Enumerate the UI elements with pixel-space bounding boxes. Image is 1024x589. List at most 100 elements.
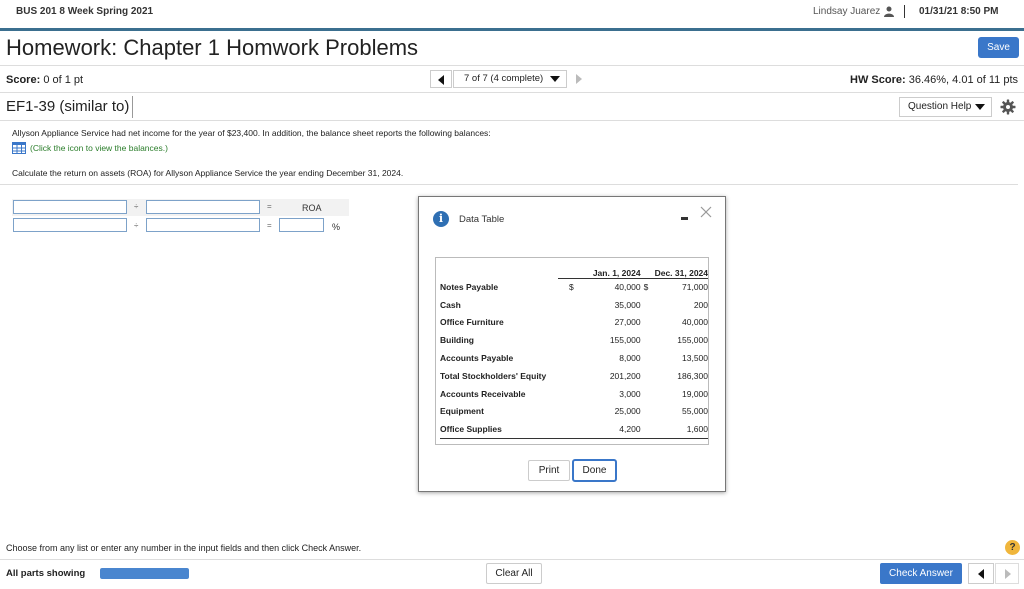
check-answer-button[interactable]: Check Answer [880, 563, 962, 584]
table-cell-v2: 19,000 [682, 388, 708, 399]
divider [132, 96, 133, 118]
percent-unit: % [332, 222, 341, 232]
table-cell-cur1 [558, 403, 585, 421]
hw-score-label: HW Score: [850, 74, 906, 86]
instruction-text: Calculate the return on assets (ROA) for… [12, 168, 404, 178]
table-cell-v2: 186,300 [677, 370, 708, 381]
table-cell-v1: 3,000 [619, 388, 641, 399]
save-button[interactable]: Save [978, 37, 1019, 58]
question-navigator: 7 of 7 (4 complete) [430, 70, 588, 88]
table-cell-v2: 155,000 [677, 335, 708, 346]
question-select-value: 7 of 7 (4 complete) [464, 73, 544, 84]
parts-progress-bar [100, 568, 189, 579]
divider [0, 65, 1024, 66]
numerator-input[interactable] [13, 218, 127, 232]
table-cell-v2: 1,600 [650, 420, 708, 439]
previous-question-button[interactable] [430, 70, 452, 88]
table-cell-v1: 25,000 [614, 406, 641, 417]
table-cell-v1: 8,000 [619, 353, 641, 364]
table-cell-label: Cash [440, 299, 461, 310]
table-cell-v2: 55,000 [682, 406, 708, 417]
score-value: 0 of 1 pt [43, 74, 84, 86]
problem-text: Allyson Appliance Service had net income… [12, 128, 491, 138]
table-cell-cur1 [558, 349, 585, 367]
balances-table-box: Jan. 1, 2024 Dec. 31, 2024 Notes Payable… [435, 257, 709, 445]
table-cell-label: Notes Payable [440, 281, 499, 292]
hw-score: HW Score: 36.46%, 4.01 of 11 pts [850, 74, 1018, 86]
next-question-button[interactable] [569, 70, 588, 88]
question-help-label: Question Help [908, 101, 972, 112]
table-cell-cur2 [641, 314, 651, 332]
table-cell-cur1 [558, 420, 585, 439]
table-cell-v2: 40,000 [682, 317, 708, 328]
table-cell-cur1 [558, 314, 585, 332]
chevron-down-icon [975, 104, 985, 110]
table-cell-cur2 [641, 349, 651, 367]
date-time: 01/31/21 8:50 PM [919, 6, 999, 17]
table-cell-v1: 4,200 [584, 420, 641, 439]
table-cell-label: Accounts Receivable [440, 388, 526, 399]
help-icon[interactable]: ? [1005, 540, 1020, 555]
table-cell-v1: 201,200 [609, 370, 641, 381]
table-cell-cur2 [641, 296, 651, 314]
table-cell-cur2 [641, 367, 651, 385]
roa-input[interactable] [279, 218, 324, 232]
clear-all-button[interactable]: Clear All [486, 563, 542, 584]
question-select[interactable]: 7 of 7 (4 complete) [453, 70, 567, 88]
question-id: EF1-39 (similar to) [6, 98, 130, 115]
table-cell-label: Equipment [440, 406, 484, 417]
equals-sign: = [267, 221, 272, 230]
progress-fill [100, 568, 189, 579]
table-cell-cur1 [558, 331, 585, 349]
column-header-jan: Jan. 1, 2024 [558, 264, 641, 279]
chevron-down-icon [550, 76, 560, 82]
table-grid-icon[interactable] [12, 142, 26, 154]
divide-sign: ÷ [134, 221, 139, 230]
info-icon: i [433, 211, 449, 227]
table-cell-cur2 [641, 385, 651, 403]
table-row: Accounts Payable 8,000 13,500 [440, 349, 708, 367]
divider [0, 184, 1018, 185]
formula-numerator-select[interactable] [13, 200, 127, 214]
divide-sign: ÷ [134, 202, 139, 211]
gear-icon[interactable] [1000, 99, 1016, 115]
balances-table: Jan. 1, 2024 Dec. 31, 2024 Notes Payable… [440, 264, 708, 439]
data-table-dialog: i Data Table Jan. 1, 2024 Dec. 31, 2024 … [418, 196, 726, 492]
table-cell-v1: 155,000 [609, 335, 641, 346]
print-button[interactable]: Print [528, 460, 570, 481]
view-balances-link[interactable]: (Click the icon to view the balances.) [30, 143, 168, 153]
divider [0, 120, 1024, 121]
table-row: Accounts Receivable 3,000 19,000 [440, 385, 708, 403]
table-row: Office Supplies 4,200 1,600 [440, 420, 708, 439]
table-cell-label: Office Furniture [440, 317, 504, 328]
previous-part-button[interactable] [968, 563, 994, 584]
equals-sign: = [267, 202, 272, 211]
divider [0, 92, 1024, 93]
score-label: Score: [6, 74, 41, 86]
denominator-input[interactable] [146, 218, 260, 232]
table-cell-cur1 [558, 385, 585, 403]
done-button[interactable]: Done [572, 459, 617, 482]
minimize-icon[interactable] [681, 217, 688, 220]
question-help-dropdown[interactable]: Question Help [899, 97, 992, 117]
user-icon[interactable] [884, 6, 894, 17]
formula-denominator-select[interactable] [146, 200, 260, 214]
table-cell-label: Office Supplies [440, 420, 559, 439]
parts-label: All parts showing [6, 568, 86, 579]
table-cell-v2: 200 [693, 299, 708, 310]
table-row: Equipment 25,000 55,000 [440, 403, 708, 421]
close-icon[interactable] [700, 206, 712, 218]
top-bar: BUS 201 8 Week Spring 2021 Lindsay Juare… [0, 0, 1024, 27]
score: Score: 0 of 1 pt [6, 74, 83, 86]
divider [904, 5, 905, 18]
table-cell-v2: 13,500 [682, 353, 708, 364]
column-header-dec: Dec. 31, 2024 [640, 264, 708, 279]
table-cell-v1: 35,000 [614, 299, 641, 310]
next-part-button[interactable] [995, 563, 1019, 584]
user-name[interactable]: Lindsay Juarez [813, 6, 880, 17]
table-cell-cur1 [558, 296, 585, 314]
table-cell-v2: 71,000 [682, 282, 708, 293]
page-title: Homework: Chapter 1 Homwork Problems [6, 35, 419, 60]
roa-calculation: ÷ = ROA ÷ = % [12, 199, 349, 235]
table-cell-label: Building [440, 335, 474, 346]
